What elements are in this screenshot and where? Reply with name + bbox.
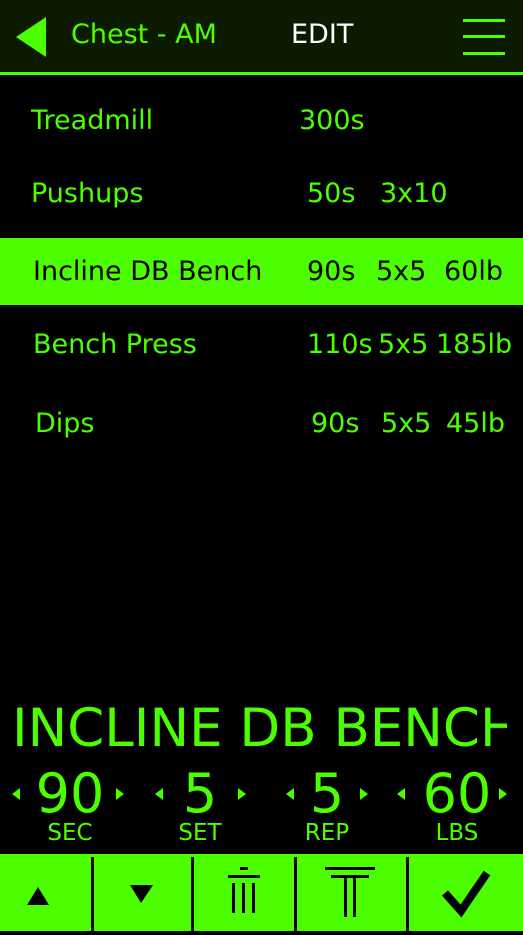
increment-arrow-icon[interactable]	[499, 788, 507, 800]
move-up-button[interactable]	[0, 857, 94, 931]
page-title: Chest - AM	[71, 19, 217, 50]
exercise-name: Dips	[35, 408, 95, 439]
weight-value: 60	[422, 762, 492, 825]
exercise-rest: 50s	[307, 178, 356, 209]
exercise-sets: 5x5	[378, 329, 429, 360]
hamburger-menu-icon[interactable]	[463, 15, 505, 57]
exercise-rest: 110s	[307, 329, 373, 360]
exercise-sets: 5x5	[376, 256, 427, 287]
rest-seconds-stepper: 90 SEC	[10, 762, 128, 852]
delete-button[interactable]	[194, 857, 297, 931]
increment-arrow-icon[interactable]	[238, 788, 246, 800]
weight-unit: LBS	[435, 820, 479, 846]
exercise-row-dips[interactable]: Dips 90s 5x5 45lb	[0, 390, 523, 457]
checkmark-icon	[442, 870, 491, 918]
bottom-toolbar	[0, 851, 523, 931]
increment-arrow-icon[interactable]	[116, 788, 124, 800]
exercise-weight: 185lb	[436, 329, 513, 360]
decrement-arrow-icon[interactable]	[12, 788, 20, 800]
exercise-rest: 300s	[299, 105, 365, 136]
decrement-arrow-icon[interactable]	[397, 788, 405, 800]
decrement-arrow-icon[interactable]	[155, 788, 163, 800]
weight-stepper: 60 LBS	[395, 762, 515, 852]
rest-seconds-value: 90	[35, 762, 105, 825]
confirm-button[interactable]	[409, 857, 523, 931]
exercise-weight: 60lb	[444, 256, 503, 287]
sets-stepper: 5 SET	[150, 762, 250, 852]
exercise-name: Incline DB Bench	[33, 256, 263, 287]
exercise-name: Treadmill	[31, 105, 154, 136]
move-down-icon	[130, 885, 153, 903]
edit-button[interactable]: EDIT	[291, 19, 353, 50]
selected-exercise-title: INCLINE DB BENCH	[12, 698, 507, 759]
reps-value: 5	[309, 762, 345, 825]
exercise-sets: 3x10	[380, 178, 448, 209]
exercise-row-bench-press[interactable]: Bench Press 110s 5x5 185lb	[0, 311, 523, 378]
insert-icon	[325, 867, 375, 917]
exercise-row-treadmill[interactable]: Treadmill 300s	[0, 85, 523, 152]
exercise-row-incline-db-bench[interactable]: Incline DB Bench 90s 5x5 60lb	[0, 238, 523, 305]
trash-icon	[228, 867, 260, 913]
header-bar: Chest - AM EDIT	[0, 0, 523, 75]
rest-seconds-unit: SEC	[47, 820, 93, 846]
sets-value: 5	[182, 762, 218, 825]
insert-button[interactable]	[297, 857, 409, 931]
reps-unit: REP	[304, 820, 350, 846]
exercise-sets: 5x5	[381, 408, 432, 439]
move-up-icon	[27, 887, 49, 905]
increment-arrow-icon[interactable]	[360, 788, 368, 800]
exercise-row-pushups[interactable]: Pushups 50s 3x10	[0, 158, 523, 225]
sets-unit: SET	[178, 820, 222, 846]
decrement-arrow-icon[interactable]	[286, 788, 294, 800]
back-arrow-icon[interactable]	[16, 17, 46, 57]
reps-stepper: 5 REP	[283, 762, 373, 852]
exercise-name: Bench Press	[33, 329, 197, 360]
exercise-rest: 90s	[311, 408, 360, 439]
exercise-rest: 90s	[307, 256, 356, 287]
exercise-weight: 45lb	[446, 408, 505, 439]
exercise-name: Pushups	[31, 178, 144, 209]
move-down-button[interactable]	[94, 857, 194, 931]
